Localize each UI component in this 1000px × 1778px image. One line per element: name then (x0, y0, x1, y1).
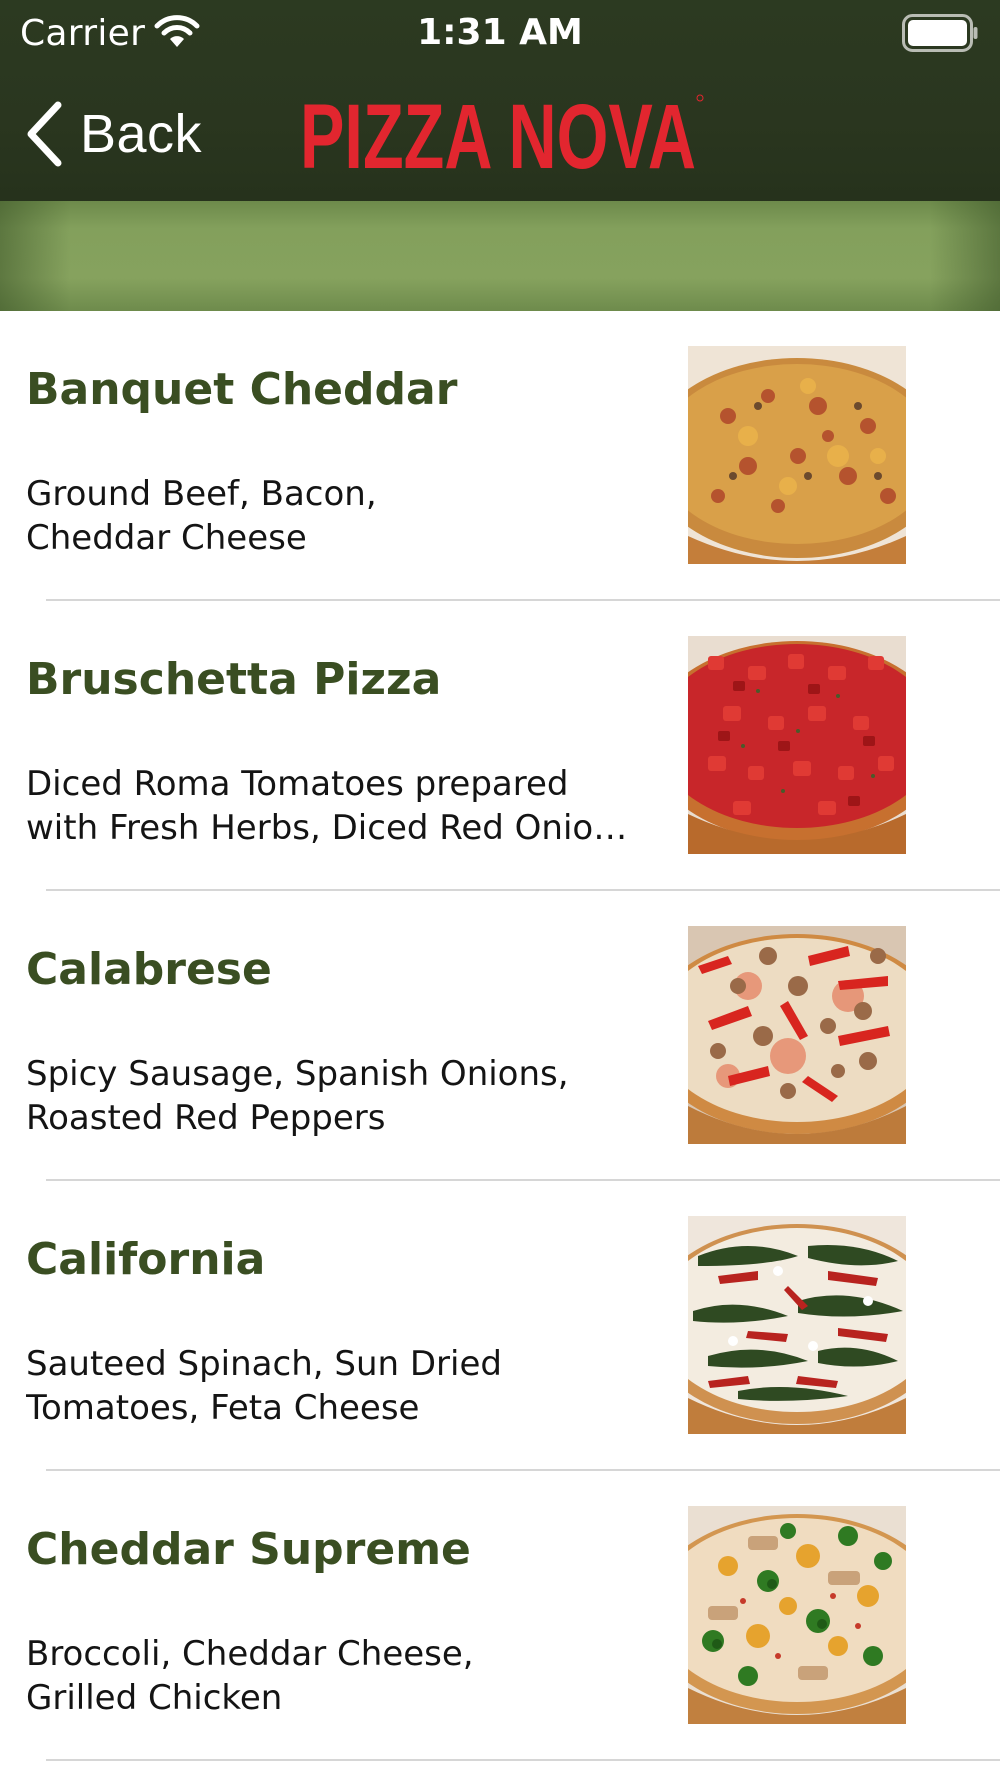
menu-item-description: Spicy Sausage, Spanish Onions, Roasted R… (26, 1054, 569, 1138)
pizza-nova-logo: PIZZA NOVA (300, 90, 704, 178)
menu-item-description: Diced Roma Tomatoes prepared with Fresh … (26, 764, 628, 848)
navigation-bar: Back PIZZA NOVA (0, 68, 1000, 201)
menu-item-name: Calabrese (26, 944, 272, 995)
status-bar: Carrier 1:31 AM (0, 0, 1000, 68)
chevron-left-icon (27, 101, 62, 167)
banquet-cheddar-pizza-photo (688, 346, 906, 564)
california-pizza-photo (688, 1216, 906, 1434)
menu-item-description: Broccoli, Cheddar Cheese, Grilled Chicke… (26, 1634, 474, 1718)
menu-item-calabrese[interactable]: Calabrese Spicy Sausage, Spanish Onions,… (0, 891, 1000, 1181)
menu-item-name: Banquet Cheddar (26, 364, 458, 415)
menu-item-description: Ground Beef, Bacon, Cheddar Cheese (26, 474, 377, 558)
menu-item-bruschetta-pizza[interactable]: Bruschetta Pizza Diced Roma Tomatoes pre… (0, 601, 1000, 891)
bruschetta-pizza-photo (688, 636, 906, 854)
menu-item-cheddar-supreme[interactable]: Cheddar Supreme Broccoli, Cheddar Cheese… (0, 1471, 1000, 1761)
brand-wordmark: PIZZA NOVA (300, 90, 696, 178)
cheddar-supreme-pizza-photo (688, 1506, 906, 1724)
battery-icon (902, 14, 978, 52)
menu-list: Banquet Cheddar Ground Beef, Bacon, Ched… (0, 311, 1000, 1761)
menu-item-description: Sauteed Spinach, Sun Dried Tomatoes, Fet… (26, 1344, 502, 1428)
menu-item-banquet-cheddar[interactable]: Banquet Cheddar Ground Beef, Bacon, Ched… (0, 311, 1000, 601)
menu-item-name: Bruschetta Pizza (26, 654, 442, 705)
status-time: 1:31 AM (417, 12, 583, 53)
green-banner (0, 201, 1000, 311)
menu-item-california[interactable]: California Sauteed Spinach, Sun Dried To… (0, 1181, 1000, 1471)
back-button[interactable]: Back (24, 98, 202, 170)
menu-item-name: California (26, 1234, 266, 1285)
top-bar: Carrier 1:31 AM Back PIZZA NOVA (0, 0, 1000, 201)
menu-item-name: Cheddar Supreme (26, 1524, 471, 1575)
calabrese-pizza-photo (688, 926, 906, 1144)
back-label: Back (80, 104, 203, 164)
row-separator (46, 1759, 1000, 1761)
pizza-menu-screen: Carrier 1:31 AM Back PIZZA NOVA Banquet … (0, 0, 1000, 1778)
